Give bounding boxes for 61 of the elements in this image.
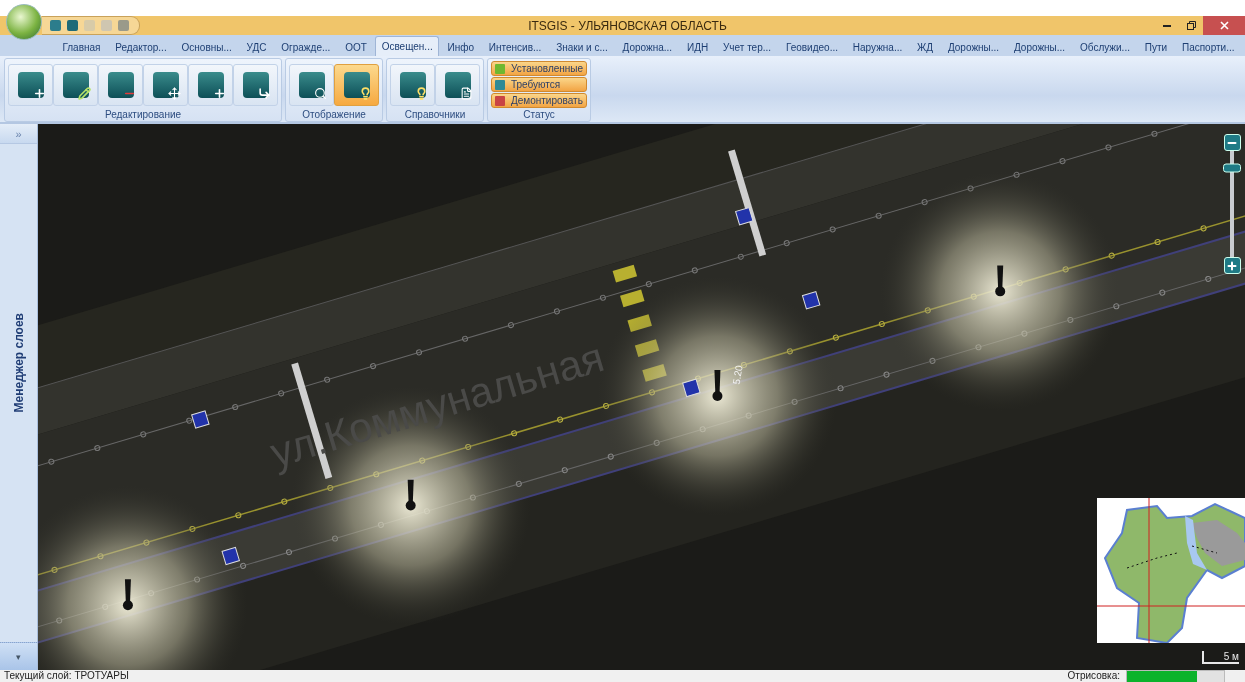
ribbon-tab[interactable]: Обслужи... — [1073, 38, 1137, 56]
ribbon-tab[interactable]: ЖД — [910, 38, 940, 56]
sign-label: 5.20 — [730, 364, 745, 386]
ribbon-tab[interactable]: ИДН — [680, 38, 715, 56]
render-label: Отрисовка: — [1067, 670, 1120, 682]
ribbon-button[interactable] — [8, 63, 53, 106]
ribbon-button[interactable] — [334, 63, 379, 106]
plus-icon — [1226, 259, 1238, 272]
ribbon-tab[interactable]: Учет тер... — [716, 38, 778, 56]
status-toggle[interactable]: Требуются — [491, 77, 587, 92]
ribbon-button[interactable] — [233, 63, 278, 106]
ribbon-tab[interactable]: Паспорти... — [1175, 38, 1241, 56]
current-layer-text: Текущий слой: ТРОТУАРЫ — [4, 670, 129, 682]
light-bulb-pencil-icon — [399, 71, 426, 98]
group-title: Отображение — [302, 108, 366, 121]
group-title: Статус — [523, 108, 555, 121]
road-sign-icon[interactable] — [191, 410, 210, 429]
group-title: Редактирование — [104, 108, 182, 121]
ribbon-button[interactable] — [143, 63, 188, 106]
close-icon — [1219, 21, 1229, 30]
ribbon-tab[interactable]: Инфо — [441, 38, 481, 56]
ribbon-tab[interactable]: Геовидео... — [779, 38, 845, 56]
ribbon-tab[interactable]: Интенсив... — [482, 38, 548, 56]
ribbon-button[interactable] — [435, 63, 480, 106]
ribbon-tab[interactable]: Основны... — [175, 38, 239, 56]
ribbon-tab[interactable]: Знаки и с... — [549, 38, 615, 56]
restore-icon — [1186, 21, 1196, 30]
street-lamp-icon[interactable] — [712, 370, 723, 401]
road-sign-icon[interactable] — [801, 291, 821, 310]
ribbon-tab[interactable]: Дорожна... — [616, 38, 679, 56]
status-toggle[interactable]: Установленные — [491, 61, 587, 76]
ribbon-tab[interactable]: Дорожны... — [941, 38, 1006, 56]
ribbon-tab[interactable]: Пути — [1138, 38, 1174, 56]
panel-menu-button[interactable]: ▾ — [0, 642, 37, 670]
minimize-icon — [1163, 24, 1171, 27]
road-sign-icon[interactable] — [682, 378, 701, 398]
ribbon-tab[interactable]: Освещен... — [375, 36, 440, 56]
light-bulb-icon — [343, 71, 370, 98]
ribbon-button[interactable] — [188, 63, 233, 106]
zoom-slider-thumb[interactable] — [1223, 163, 1241, 173]
street-lamp-icon[interactable] — [122, 579, 133, 611]
scale-bar: 5 м — [1201, 651, 1239, 664]
ribbon-button[interactable] — [98, 63, 143, 106]
ribbon-button[interactable] — [53, 63, 98, 106]
ribbon-button[interactable] — [289, 63, 334, 106]
road-sign-icon[interactable] — [735, 207, 754, 226]
status-toggle[interactable]: Демонтировать — [491, 93, 587, 108]
ribbon-button[interactable] — [390, 63, 435, 106]
ribbon-tab[interactable]: Главная — [56, 38, 107, 56]
ribbon-tab[interactable]: Наружна... — [846, 38, 909, 56]
ribbon-tab[interactable]: Дорожны... — [1007, 38, 1072, 56]
ribbon-tab[interactable]: Огражде... — [274, 38, 337, 56]
window-title: ITSGIS - УЛЬЯНОВСКАЯ ОБЛАСТЬ — [527, 18, 728, 33]
group-title: Справочники — [404, 108, 466, 121]
panel-title[interactable]: Менеджер слоев — [11, 313, 26, 413]
street-lamp-icon[interactable] — [995, 265, 1006, 297]
street-lamp-icon[interactable] — [405, 479, 416, 511]
ribbon-tab[interactable]: УДС — [240, 38, 273, 56]
road-sign-icon[interactable] — [221, 546, 240, 566]
ribbon-tab[interactable]: Редактор... — [108, 38, 174, 56]
ribbon-tab[interactable]: ООТ — [338, 38, 374, 56]
